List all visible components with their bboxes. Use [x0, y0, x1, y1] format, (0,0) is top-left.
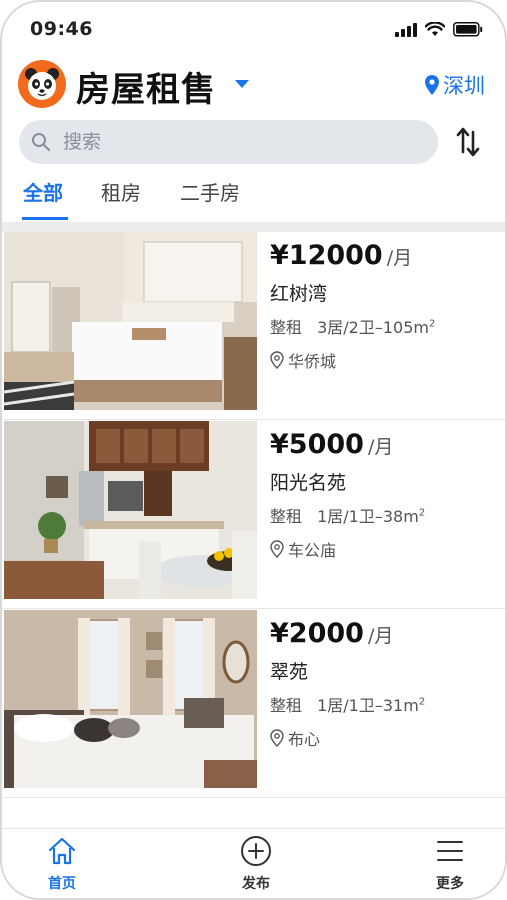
tab-second-hand[interactable]: 二手房 [180, 177, 240, 222]
divider [2, 222, 505, 232]
listing-card[interactable]: ¥5000 /月 阳光名苑 整租 1居/1卫–38m2 车公庙 [2, 421, 505, 609]
listing-price: ¥5000 /月 [270, 429, 394, 460]
header: 房屋租售 深圳 [2, 60, 505, 110]
signal-icon [395, 22, 417, 37]
nav-more[interactable]: 更多 [420, 835, 480, 893]
search-box[interactable] [19, 120, 438, 164]
status-time: 09:46 [30, 18, 93, 40]
listing-location: 布心 [270, 726, 500, 750]
listing-name: 红树湾 [270, 283, 328, 305]
listing-info: ¥2000 /月 翠苑 整租 1居/1卫–31m2 布心 [270, 618, 500, 750]
search-row [2, 120, 505, 164]
listing-price: ¥2000 /月 [270, 618, 394, 649]
category-tabs: 全部 租房 二手房 [2, 177, 505, 222]
plus-circle-icon [241, 836, 271, 866]
menu-icon [437, 841, 463, 861]
listing-photo [4, 232, 257, 410]
listing-location: 车公庙 [270, 537, 500, 561]
home-icon [48, 837, 76, 865]
status-bar: 09:46 [2, 16, 505, 46]
listing-name: 阳光名苑 [270, 472, 347, 494]
wifi-icon [425, 22, 445, 36]
listing-spec: 整租 1居/1卫–38m2 [270, 507, 426, 526]
tab-all[interactable]: 全部 [23, 177, 63, 222]
location-pin-icon [270, 351, 284, 369]
listing-card[interactable]: ¥2000 /月 翠苑 整租 1居/1卫–31m2 布心 [2, 610, 505, 798]
city-selector[interactable]: 深圳 [425, 70, 485, 100]
panda-logo-icon [18, 60, 66, 108]
sort-toggle-icon[interactable] [453, 126, 483, 158]
location-pin-icon [425, 75, 439, 95]
location-pin-icon [270, 729, 284, 747]
app-title[interactable]: 房屋租售 [76, 62, 216, 111]
title-dropdown-icon[interactable] [235, 80, 249, 88]
bottom-nav: 首页 发布 更多 [2, 828, 505, 898]
search-input[interactable] [63, 120, 423, 164]
status-icons [395, 22, 483, 37]
city-label: 深圳 [443, 74, 485, 98]
tab-active-indicator [22, 217, 68, 220]
listing-photo [4, 610, 257, 788]
tab-rent[interactable]: 租房 [101, 177, 141, 222]
listing-spec: 整租 3居/2卫–105m2 [270, 318, 436, 337]
listing-name: 翠苑 [270, 661, 309, 683]
location-pin-icon [270, 540, 284, 558]
listing-photo [4, 421, 257, 599]
search-icon [32, 133, 51, 152]
nav-publish[interactable]: 发布 [226, 835, 286, 893]
listing-info: ¥5000 /月 阳光名苑 整租 1居/1卫–38m2 车公庙 [270, 429, 500, 561]
phone-frame: 09:46 房屋租售 深圳 搜索 全部 租房 二手房 ¥12000 /月 红树湾… [0, 0, 507, 900]
listing-card[interactable]: ¥12000 /月 红树湾 整租 3居/2卫–105m2 华侨城 [2, 232, 505, 420]
listing-location: 华侨城 [270, 348, 500, 372]
nav-home[interactable]: 首页 [32, 835, 92, 893]
battery-icon [453, 22, 483, 37]
listing-spec: 整租 1居/1卫–31m2 [270, 696, 426, 715]
listing-price: ¥12000 /月 [270, 240, 413, 271]
listing-info: ¥12000 /月 红树湾 整租 3居/2卫–105m2 华侨城 [270, 240, 500, 372]
